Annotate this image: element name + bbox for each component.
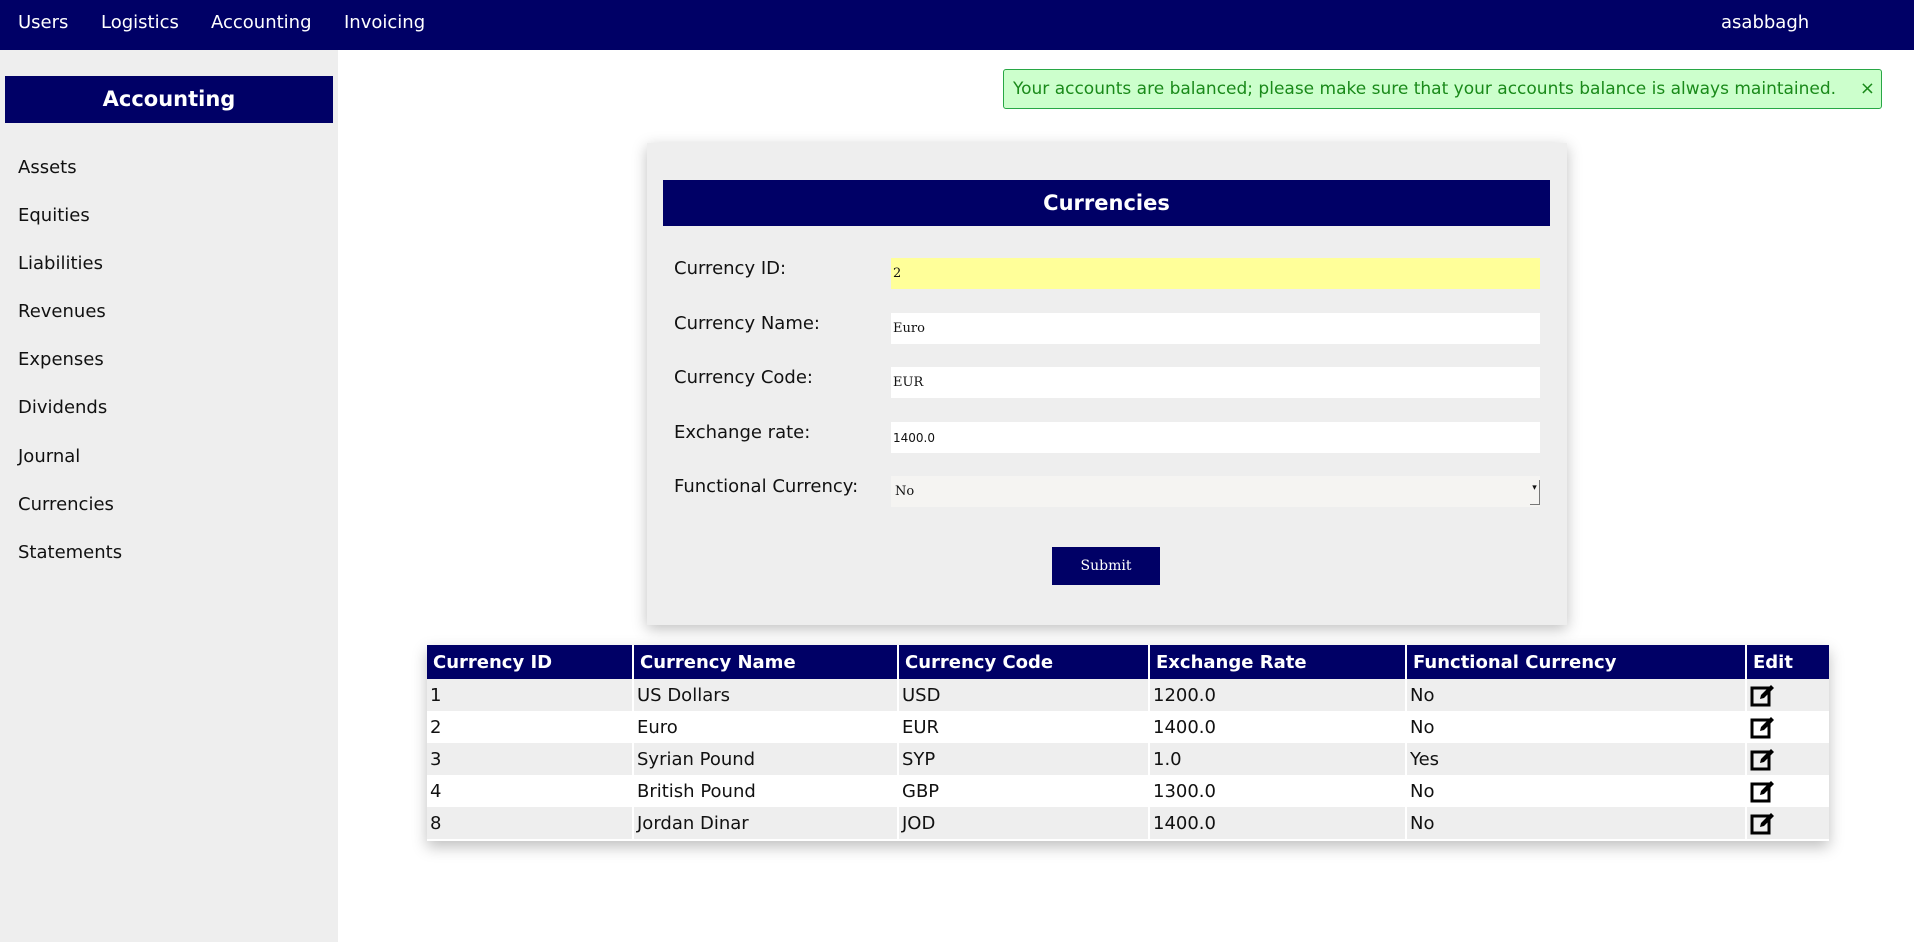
currency-table: Currency ID Currency Name Currency Code … — [427, 645, 1829, 841]
header-currency-name: Currency Name — [632, 645, 898, 679]
nav-logistics[interactable]: Logistics — [101, 12, 179, 33]
functional-currency-value: No — [895, 484, 915, 499]
table-row: 1 US Dollars USD 1200.0 No — [427, 679, 1829, 711]
table-row: 2 Euro EUR 1400.0 No — [427, 711, 1829, 743]
table-row: 8 Jordan Dinar JOD 1400.0 No — [427, 807, 1829, 839]
cell-code: EUR — [897, 711, 1149, 743]
nav-users[interactable]: Users — [18, 12, 68, 33]
cell-name: British Pound — [632, 775, 898, 807]
cell-rate: 1400.0 — [1148, 711, 1406, 743]
currency-name-field[interactable] — [891, 313, 1540, 344]
sidebar: Accounting Assets Equities Liabilities R… — [0, 50, 338, 942]
cell-edit — [1745, 775, 1829, 807]
edit-icon[interactable] — [1750, 778, 1776, 804]
sidebar-item-dividends[interactable]: Dividends — [18, 397, 107, 418]
cell-id: 8 — [427, 807, 633, 839]
table-row: 4 British Pound GBP 1300.0 No — [427, 775, 1829, 807]
cell-edit — [1745, 711, 1829, 743]
cell-functional: No — [1405, 679, 1746, 711]
edit-icon[interactable] — [1750, 682, 1776, 708]
cell-functional: Yes — [1405, 743, 1746, 775]
cell-functional: No — [1405, 711, 1746, 743]
currency-id-field[interactable] — [891, 258, 1540, 289]
submit-button[interactable]: Submit — [1052, 547, 1160, 585]
cell-name: Jordan Dinar — [632, 807, 898, 839]
edit-icon[interactable] — [1750, 714, 1776, 740]
chevron-down-icon: ▾ — [1530, 480, 1540, 505]
currency-code-label: Currency Code: — [674, 367, 813, 388]
cell-id: 3 — [427, 743, 633, 775]
top-navbar: Users Logistics Accounting Invoicing asa… — [0, 0, 1914, 50]
sidebar-item-statements[interactable]: Statements — [18, 542, 122, 563]
nav-accounting[interactable]: Accounting — [211, 12, 312, 33]
header-exchange-rate: Exchange Rate — [1148, 645, 1406, 679]
sidebar-item-assets[interactable]: Assets — [18, 157, 77, 178]
functional-currency-label: Functional Currency: — [674, 476, 859, 497]
sidebar-title: Accounting — [5, 76, 333, 123]
cell-functional: No — [1405, 807, 1746, 839]
currency-code-field[interactable] — [891, 367, 1540, 398]
currency-form: Currencies Currency ID: Currency Name: C… — [647, 143, 1567, 625]
header-edit: Edit — [1745, 645, 1829, 679]
nav-invoicing[interactable]: Invoicing — [344, 12, 425, 33]
form-title: Currencies — [663, 180, 1550, 226]
success-alert: Your accounts are balanced; please make … — [1003, 69, 1882, 109]
sidebar-item-revenues[interactable]: Revenues — [18, 301, 106, 322]
sidebar-item-journal[interactable]: Journal — [18, 446, 80, 467]
cell-name: Euro — [632, 711, 898, 743]
exchange-rate-label: Exchange rate: — [674, 422, 811, 443]
cell-name: Syrian Pound — [632, 743, 898, 775]
cell-rate: 1400.0 — [1148, 807, 1406, 839]
functional-currency-select[interactable]: No ▾ — [891, 476, 1540, 507]
sidebar-item-equities[interactable]: Equities — [18, 205, 90, 226]
cell-edit — [1745, 807, 1829, 839]
cell-edit — [1745, 743, 1829, 775]
cell-rate: 1300.0 — [1148, 775, 1406, 807]
header-currency-code: Currency Code — [897, 645, 1149, 679]
alert-message: Your accounts are balanced; please make … — [1013, 79, 1837, 99]
currency-id-label: Currency ID: — [674, 258, 787, 279]
table-row: 3 Syrian Pound SYP 1.0 Yes — [427, 743, 1829, 775]
exchange-rate-field[interactable] — [891, 422, 1540, 453]
sidebar-item-expenses[interactable]: Expenses — [18, 349, 104, 370]
cell-name: US Dollars — [632, 679, 898, 711]
user-menu[interactable]: asabbagh — [1721, 12, 1809, 33]
table-header-row: Currency ID Currency Name Currency Code … — [427, 645, 1829, 679]
cell-functional: No — [1405, 775, 1746, 807]
cell-code: USD — [897, 679, 1149, 711]
header-currency-id: Currency ID — [427, 645, 633, 679]
header-functional-currency: Functional Currency — [1405, 645, 1746, 679]
close-icon[interactable]: × — [1860, 70, 1875, 108]
cell-rate: 1200.0 — [1148, 679, 1406, 711]
cell-id: 4 — [427, 775, 633, 807]
edit-icon[interactable] — [1750, 746, 1776, 772]
cell-id: 1 — [427, 679, 633, 711]
currency-name-label: Currency Name: — [674, 313, 820, 334]
edit-icon[interactable] — [1750, 810, 1776, 836]
sidebar-item-currencies[interactable]: Currencies — [18, 494, 114, 515]
cell-edit — [1745, 679, 1829, 711]
cell-rate: 1.0 — [1148, 743, 1406, 775]
cell-code: JOD — [897, 807, 1149, 839]
cell-code: SYP — [897, 743, 1149, 775]
cell-id: 2 — [427, 711, 633, 743]
sidebar-item-liabilities[interactable]: Liabilities — [18, 253, 103, 274]
cell-code: GBP — [897, 775, 1149, 807]
